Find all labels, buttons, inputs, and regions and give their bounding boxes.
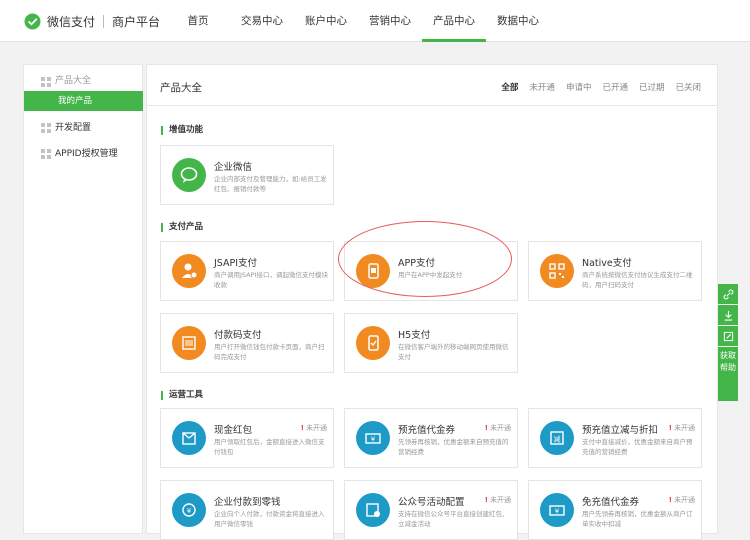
svg-text:¥: ¥ <box>555 508 560 516</box>
chat-bubble-icon <box>172 158 206 192</box>
filter-not-opened[interactable]: 未开通 <box>529 81 555 93</box>
qrcode-icon <box>540 254 574 288</box>
svg-text:减: 减 <box>554 435 561 444</box>
product-card-wework[interactable]: 企业微信 企业内部支付及管理能力，如:给员工发红包、报销付款等 <box>160 145 334 205</box>
section-title-value-added: 增值功能 <box>161 126 203 135</box>
wechat-pay-logo-icon <box>24 13 41 30</box>
section-title-operation-tools: 运营工具 <box>161 391 203 400</box>
card-desc: 企业向个人付款，付款资金将直接进入用户微信零钱 <box>214 510 325 528</box>
brand-name: 微信支付 <box>47 14 96 29</box>
filter-closed[interactable]: 已关闭 <box>675 81 701 93</box>
status-filters: 全部 未开通 申请中 已开通 已过期 已关闭 <box>501 81 701 93</box>
card-name: 公众号活动配置 <box>398 497 465 508</box>
card-name: 企业付款到零钱 <box>214 497 281 508</box>
coupon-yen-icon: ¥ <box>356 421 390 455</box>
sidebar-item-dev-config[interactable]: 开发配置 <box>24 115 142 141</box>
card-desc: 支付中直接减价，优惠金额来自商户预充值的营销经费 <box>582 438 693 456</box>
card-desc: 在微信客户端外的移动端网页使用微信支付 <box>398 343 509 361</box>
user-pay-icon <box>172 254 206 288</box>
brand-logo[interactable]: 微信支付 商户平台 <box>24 11 160 31</box>
coupon-yen-icon: ¥ <box>540 493 574 527</box>
envelope-icon <box>172 421 206 455</box>
get-help-button[interactable]: 获取帮助 <box>718 347 738 401</box>
page-title: 产品大全 <box>160 82 202 94</box>
card-name: 付款码支付 <box>214 330 262 341</box>
sidebar-item-label: APPID授权管理 <box>55 149 118 159</box>
section-title-payment-products: 支付产品 <box>161 223 203 232</box>
mobile-check-icon <box>356 326 390 360</box>
brand-subtitle: 商户平台 <box>112 14 161 29</box>
filter-applying[interactable]: 申请中 <box>566 81 592 93</box>
brand-divider <box>103 14 105 28</box>
filter-opened[interactable]: 已开通 <box>602 81 628 93</box>
discount-tag-icon: 减 <box>540 421 574 455</box>
nav-product-center[interactable]: 产品中心 <box>422 0 486 42</box>
card-desc: 商户调用JSAPI接口，调起微信支付模块收款 <box>214 271 328 289</box>
status-badge: ! 未开通 <box>484 424 511 432</box>
sidebar-item-my-products[interactable]: 我的产品 <box>24 91 143 111</box>
card-desc: 用户领取红包后，金额直接进入微信支付钱包 <box>214 438 325 456</box>
grid-icon <box>41 123 51 133</box>
card-name: JSAPI支付 <box>214 258 258 269</box>
card-name: APP支付 <box>398 258 435 269</box>
card-desc: 用户打开微信钱包付款卡页面，商户扫码完成支付 <box>214 343 325 361</box>
card-desc: 企业内部支付及管理能力，如:给员工发红包、报销付款等 <box>214 175 327 193</box>
link-icon[interactable] <box>718 284 738 304</box>
svg-text:¥: ¥ <box>371 436 376 444</box>
sidebar: 产品大全 我的产品 开发配置 APPID授权管理 <box>23 64 143 534</box>
status-badge: ! 未开通 <box>484 496 511 504</box>
product-card-free-coupon[interactable]: ¥ 免充值代金券 ! 未开通 用户先领券再核销，优惠金额从商户订单实收中扣减 <box>528 480 702 540</box>
product-card-enterprise-payment[interactable]: ¥ 企业付款到零钱 企业向个人付款，付款资金将直接进入用户微信零钱 <box>160 480 334 540</box>
product-card-cash-redpacket[interactable]: 现金红包 ! 未开通 用户领取红包后，金额直接进入微信支付钱包 <box>160 408 334 468</box>
top-bar: 微信支付 商户平台 首页 交易中心 账户中心 营销中心 产品中心 数据中心 <box>0 0 750 42</box>
barcode-icon <box>172 326 206 360</box>
card-desc: 支持在微信公众号平台直接创建红包、立减金活动 <box>398 510 509 528</box>
grid-icon <box>41 77 51 87</box>
download-icon[interactable] <box>718 305 738 325</box>
grid-icon <box>41 149 51 159</box>
card-name: H5支付 <box>398 330 431 341</box>
product-card-h5[interactable]: H5支付 在微信客户端外的移动端网页使用微信支付 <box>344 313 518 373</box>
card-name: 企业微信 <box>214 162 253 173</box>
card-name: 预充值立减与折扣 <box>582 425 659 436</box>
card-desc: 用户在APP中发起支付 <box>398 271 463 279</box>
nav-data-center[interactable]: 数据中心 <box>486 0 550 42</box>
card-name: 预充值代金券 <box>398 425 456 436</box>
sidebar-item-appid-auth[interactable]: APPID授权管理 <box>24 141 142 167</box>
status-badge: ! 未开通 <box>668 424 695 432</box>
nav-marketing-center[interactable]: 营销中心 <box>358 0 422 42</box>
svg-text:¥: ¥ <box>187 507 192 515</box>
floating-toolbar: 获取帮助 <box>718 284 738 401</box>
transfer-yen-icon: ¥ <box>172 493 206 527</box>
filter-all[interactable]: 全部 <box>501 81 518 93</box>
nav-account-center[interactable]: 账户中心 <box>294 0 358 42</box>
product-card-app[interactable]: APP支付 用户在APP中发起支付 <box>344 241 518 301</box>
card-desc: 先领券再核销，优惠金额来自预充值的营销经费 <box>398 438 509 456</box>
product-card-prepaid-discount[interactable]: 减 预充值立减与折扣 ! 未开通 支付中直接减价，优惠金额来自商户预充值的营销经费 <box>528 408 702 468</box>
product-card-prepaid-coupon[interactable]: ¥ 预充值代金券 ! 未开通 先领券再核销，优惠金额来自预充值的营销经费 <box>344 408 518 468</box>
top-nav: 首页 交易中心 账户中心 营销中心 产品中心 数据中心 <box>166 0 550 42</box>
phone-app-icon <box>356 254 390 288</box>
card-name: 现金红包 <box>214 425 253 436</box>
gear-yen-icon <box>356 493 390 527</box>
sidebar-item-label: 开发配置 <box>55 123 92 133</box>
status-badge: ! 未开通 <box>300 424 327 432</box>
card-name: 免充值代金券 <box>582 497 640 508</box>
card-desc: 用户先领券再核销，优惠金额从商户订单实收中扣减 <box>582 510 693 528</box>
nav-trade-center[interactable]: 交易中心 <box>230 0 294 42</box>
product-card-native[interactable]: Native支付 商户系统按微信支付协议生成支付二维码，用户扫码支付 <box>528 241 702 301</box>
nav-home[interactable]: 首页 <box>166 0 230 42</box>
product-card-barcode-pay[interactable]: 付款码支付 用户打开微信钱包付款卡页面，商户扫码完成支付 <box>160 313 334 373</box>
product-card-official-account-activity[interactable]: 公众号活动配置 ! 未开通 支持在微信公众号平台直接创建红包、立减金活动 <box>344 480 518 540</box>
main-panel: 产品大全 全部 未开通 申请中 已开通 已过期 已关闭 增值功能 支付产品 运营… <box>146 64 718 540</box>
sidebar-group-products[interactable]: 产品大全 <box>24 69 142 91</box>
edit-icon[interactable] <box>718 326 738 346</box>
card-name: Native支付 <box>582 258 632 269</box>
card-desc: 商户系统按微信支付协议生成支付二维码，用户扫码支付 <box>582 271 693 289</box>
sidebar-group-label: 产品大全 <box>55 76 92 86</box>
main-header: 产品大全 全部 未开通 申请中 已开通 已过期 已关闭 <box>147 65 717 106</box>
filter-expired[interactable]: 已过期 <box>639 81 665 93</box>
status-badge: ! 未开通 <box>668 496 695 504</box>
product-card-jsapi[interactable]: JSAPI支付 商户调用JSAPI接口，调起微信支付模块收款 <box>160 241 334 301</box>
